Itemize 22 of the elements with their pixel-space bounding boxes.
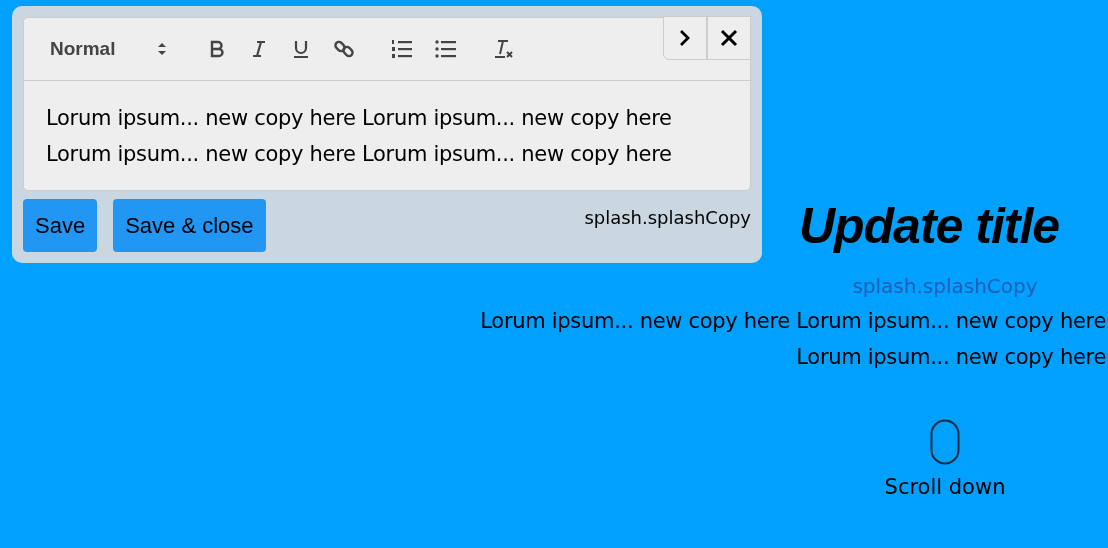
body-text-line: Lorum ipsum... new copy here	[796, 344, 1106, 371]
hero-title: Update title	[798, 197, 1060, 256]
editor-text-area[interactable]: Lorum ipsum... new copy here Lorum ipsum... new copy here Lorum ipsum... new copy here Lorum ipsum... new copy here	[24, 81, 750, 190]
sort-arrows-icon	[157, 41, 168, 57]
content-key-label: splash.splashCopy	[852, 273, 1038, 300]
link-icon[interactable]	[333, 38, 356, 60]
close-icon	[720, 29, 738, 47]
close-button[interactable]	[707, 16, 751, 60]
save-button[interactable]: Save	[23, 199, 98, 252]
bullet-list-icon[interactable]	[435, 39, 458, 59]
body-text-line: Lorum ipsum... new copy here Lorum ipsum... new copy here	[480, 308, 1106, 335]
save-close-button[interactable]: Save & close	[113, 199, 266, 252]
format-select[interactable]: Normal	[50, 38, 168, 60]
content-key-label: splash.splashCopy	[584, 207, 751, 228]
mouse-icon	[930, 419, 960, 465]
editor-text-line: Lorum ipsum... new copy here Lorum ipsum... new copy here	[46, 141, 673, 168]
chevron-right-icon	[678, 29, 692, 47]
clear-format-icon[interactable]	[493, 38, 516, 60]
next-button[interactable]	[663, 16, 707, 60]
scroll-down-label: Scroll down	[884, 475, 1006, 499]
editor-text-line: Lorum ipsum... new copy here Lorum ipsum... new copy here	[46, 105, 673, 132]
numbered-list-icon[interactable]	[391, 39, 414, 59]
